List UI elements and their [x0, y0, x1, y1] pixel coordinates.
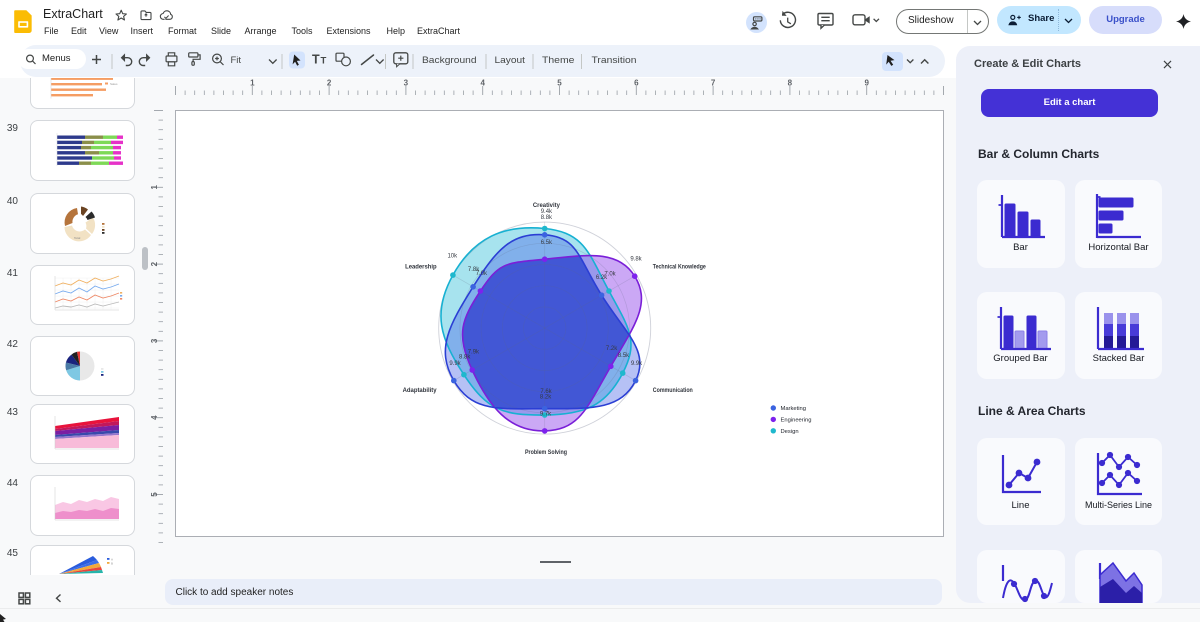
svg-text:Sales: Sales [110, 82, 118, 86]
svg-text:Communication: Communication [653, 387, 693, 394]
svg-text:Marketing: Marketing [781, 406, 806, 412]
svg-text:6.5k: 6.5k [541, 240, 553, 246]
svg-text:T: T [312, 53, 320, 67]
svg-text:6.2k: 6.2k [596, 275, 608, 281]
svg-text:1: 1 [150, 185, 159, 190]
svg-text:B: B [111, 561, 113, 565]
svg-text:8.5k: 8.5k [618, 353, 630, 359]
svg-text:2: 2 [327, 79, 332, 88]
svg-text:5: 5 [150, 492, 159, 497]
svg-text:Leadership: Leadership [405, 264, 437, 271]
svg-text:Fit: Fit [231, 55, 242, 66]
svg-text:9: 9 [864, 79, 869, 88]
svg-text:8.8k: 8.8k [541, 215, 553, 221]
svg-text:8.8k: 8.8k [459, 354, 471, 360]
svg-text:Problem Solving: Problem Solving [525, 449, 567, 456]
svg-text:Total: Total [74, 236, 81, 240]
svg-text:Creativity: Creativity [533, 202, 561, 209]
svg-text:T: T [321, 56, 327, 67]
svg-text:10k: 10k [447, 254, 458, 260]
svg-text:7: 7 [711, 79, 716, 88]
svg-text:5: 5 [557, 79, 562, 88]
svg-text:3: 3 [404, 79, 409, 88]
svg-text:9.9k: 9.9k [631, 361, 643, 367]
svg-text:9.9k: 9.9k [449, 361, 461, 367]
svg-text:Adaptability: Adaptability [403, 387, 438, 394]
svg-text:4: 4 [150, 415, 159, 420]
svg-text:Design: Design [781, 429, 799, 435]
svg-text:7.2k: 7.2k [606, 346, 618, 352]
svg-text:Technical Knowledge: Technical Knowledge [653, 264, 706, 271]
svg-text:3: 3 [150, 338, 159, 343]
svg-text:7.0k: 7.0k [476, 271, 488, 277]
svg-text:8.2k: 8.2k [540, 395, 552, 401]
svg-text:6: 6 [634, 79, 639, 88]
svg-text:Transition: Transition [592, 55, 637, 66]
svg-text:Background: Background [422, 55, 477, 66]
svg-text:9.8k: 9.8k [630, 257, 642, 263]
svg-text:9.7k: 9.7k [540, 411, 552, 417]
svg-text:Engineering: Engineering [781, 418, 812, 424]
svg-text:2: 2 [150, 261, 159, 266]
svg-text:4: 4 [480, 79, 485, 88]
svg-text:1: 1 [250, 79, 255, 88]
svg-text:Layout: Layout [495, 55, 526, 66]
svg-text:Theme: Theme [542, 55, 575, 66]
svg-text:9.4k: 9.4k [541, 209, 553, 215]
svg-text:8: 8 [788, 79, 793, 88]
